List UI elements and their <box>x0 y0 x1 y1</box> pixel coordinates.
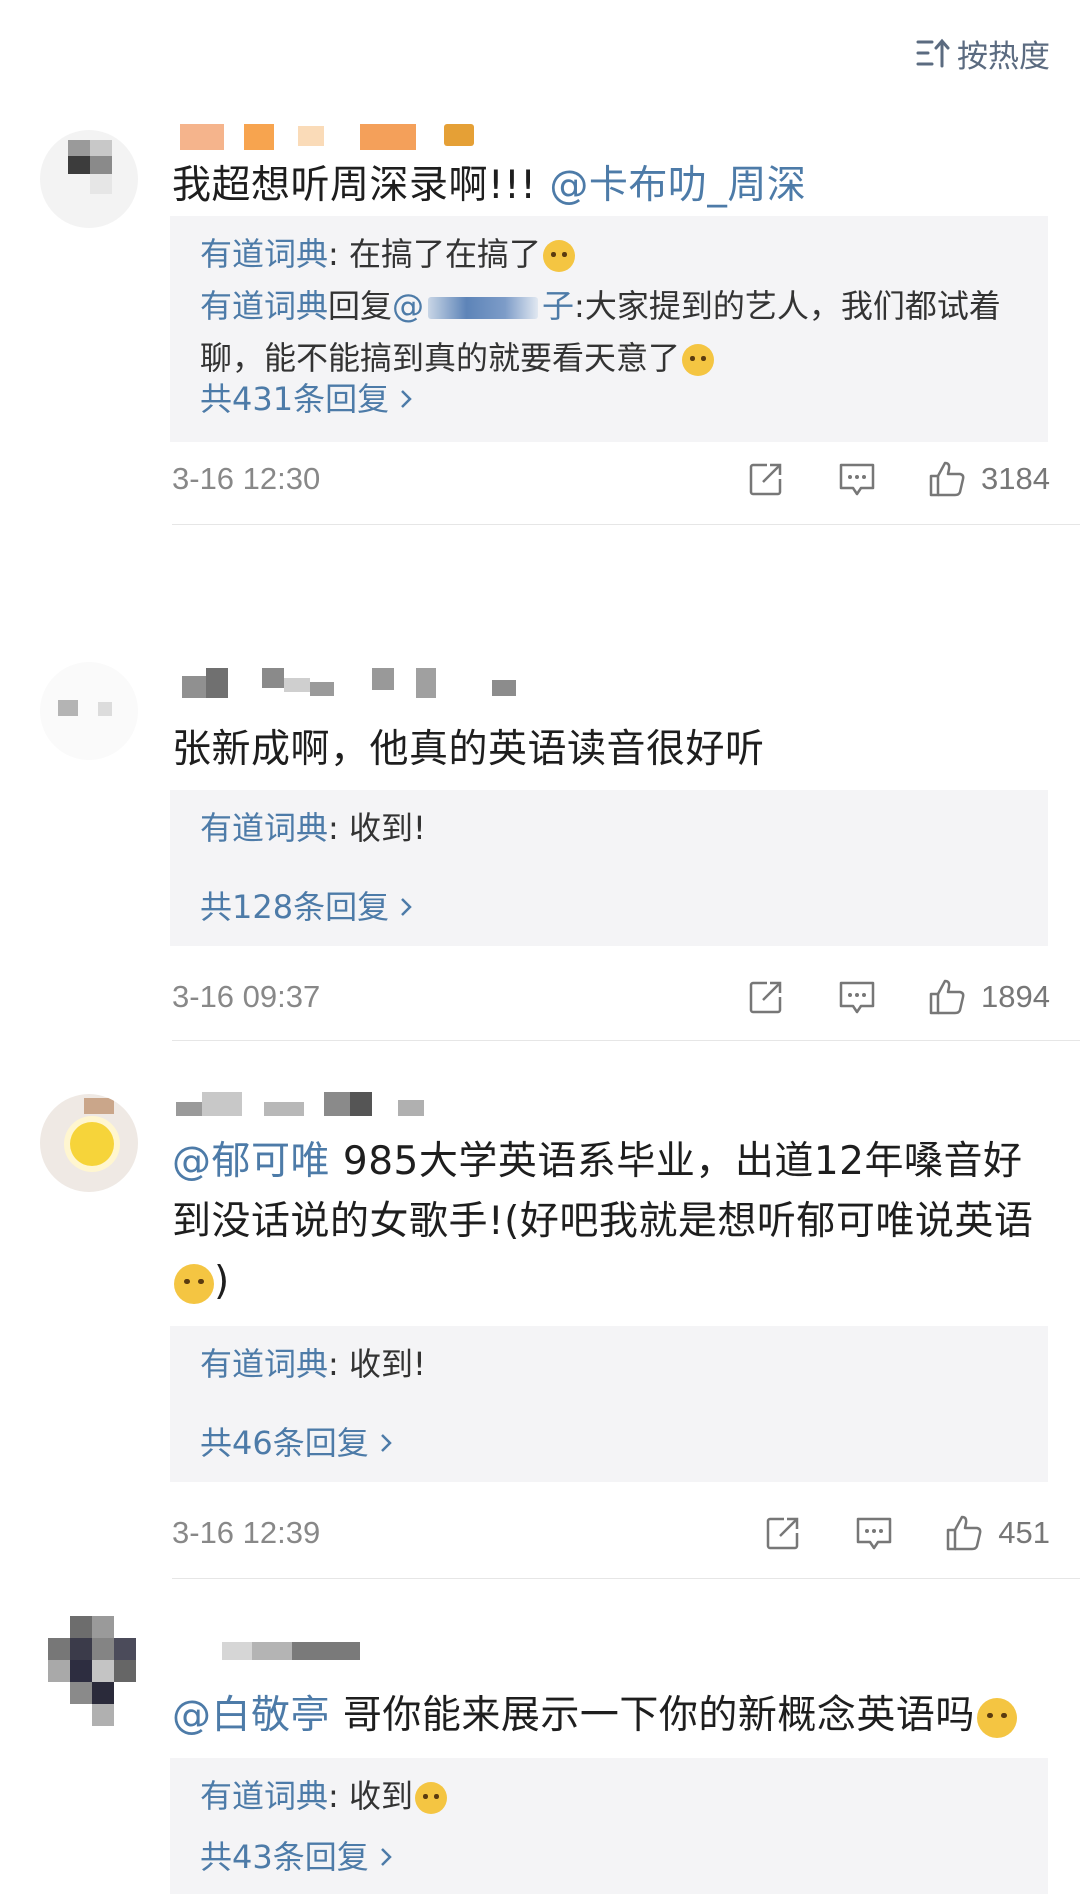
like-count: 1894 <box>981 979 1050 1014</box>
chevron-right-icon <box>380 1434 392 1452</box>
reply-button[interactable] <box>837 978 877 1016</box>
reply-author[interactable]: 有道词典 <box>200 1777 328 1815</box>
username[interactable] <box>172 1090 472 1130</box>
share-icon <box>749 463 782 496</box>
reply-target[interactable]: @ 子 <box>392 287 574 325</box>
share-button[interactable] <box>747 460 785 498</box>
reply-box[interactable]: 有道词典: 收到! 共46条回复 <box>170 1326 1048 1482</box>
like-button[interactable]: 3184 <box>927 459 1050 499</box>
timestamp: 3-16 12:30 <box>172 461 321 496</box>
view-replies-link[interactable]: 共431条回复 <box>200 374 413 424</box>
like-count: 451 <box>998 1515 1050 1550</box>
doge-emoji <box>414 1782 447 1814</box>
reply-item: 有道词典: 收到! <box>200 809 426 847</box>
sort-label: 按热度 <box>957 38 1050 75</box>
doge-emoji <box>976 1697 1017 1738</box>
reply-button[interactable] <box>837 460 877 498</box>
like-count: 3184 <box>981 461 1050 496</box>
divider <box>172 1578 1080 1579</box>
mention-link[interactable]: @郁可唯 <box>172 1139 330 1184</box>
mention-link[interactable]: @卡布叻_周深 <box>549 163 806 208</box>
avatar[interactable] <box>40 662 138 760</box>
sort-icon <box>915 36 951 70</box>
divider <box>172 1040 1080 1041</box>
username[interactable] <box>172 1638 372 1678</box>
reply-item: 有道词典: 收到! <box>200 1345 426 1383</box>
divider <box>172 524 1080 525</box>
username[interactable] <box>172 668 592 708</box>
mention-link[interactable]: @白敬亭 <box>172 1693 330 1738</box>
avatar[interactable] <box>40 130 138 228</box>
thumbs-up-icon <box>929 979 965 1015</box>
comment-meta: 3-16 09:37 1894 <box>172 972 1050 1022</box>
comment-icon <box>839 463 875 496</box>
reply-author[interactable]: 有道词典 <box>200 809 328 847</box>
comment-text: @郁可唯 985大学英语系毕业，出道12年嗓音好到没话说的女歌手!(好吧我就是想… <box>172 1139 1034 1304</box>
comment-meta: 3-16 12:39 451 <box>172 1508 1050 1558</box>
chevron-right-icon <box>401 390 412 408</box>
share-button[interactable] <box>764 1514 802 1552</box>
thumbs-up-icon <box>947 1515 982 1551</box>
comment-text: @白敬亭 哥你能来展示一下你的新概念英语吗 <box>172 1686 1052 1746</box>
timestamp: 3-16 09:37 <box>172 979 321 1014</box>
reply-box[interactable]: 有道词典: 收到 共43条回复 <box>170 1758 1048 1894</box>
view-replies-link[interactable]: 共43条回复 <box>200 1832 393 1882</box>
view-replies-link[interactable]: 共128条回复 <box>200 882 413 932</box>
like-button[interactable]: 451 <box>944 1513 1050 1553</box>
thumbs-up-icon <box>929 461 965 497</box>
avatar[interactable] <box>40 1616 140 1736</box>
doge-emoji <box>174 1263 214 1304</box>
reply-item: 有道词典: 在搞了在搞了 <box>200 228 1020 280</box>
sad-face-emoji <box>542 240 575 272</box>
chevron-right-icon <box>401 898 412 916</box>
reply-item: 有道词典回复@ 子:大家提到的艺人，我们都试着聊，能不能搞到真的就要看天意了 <box>200 287 1001 377</box>
reply-author[interactable]: 有道词典 <box>200 287 328 325</box>
view-replies-link[interactable]: 共46条回复 <box>200 1418 393 1468</box>
reply-box[interactable]: 有道词典: 在搞了在搞了 有道词典回复@ 子:大家提到的艺人，我们都试着聊，能不能… <box>170 216 1048 442</box>
comment-text: 张新成啊，他真的英语读音很好听 <box>172 727 765 772</box>
comment-icon <box>857 1517 892 1550</box>
comment-text: 我超想听周深录啊!!! @卡布叻_周深 <box>172 163 807 208</box>
like-button[interactable]: 1894 <box>927 977 1050 1017</box>
sort-by-hot-button[interactable]: 按热度 <box>915 28 1050 78</box>
reply-item: 有道词典: 收到 <box>200 1770 1020 1822</box>
chevron-right-icon <box>380 1848 392 1866</box>
timestamp: 3-16 12:39 <box>172 1515 321 1550</box>
reply-author[interactable]: 有道词典 <box>200 235 328 273</box>
reply-author[interactable]: 有道词典 <box>200 1345 328 1383</box>
share-icon <box>749 981 782 1014</box>
username[interactable] <box>172 120 492 160</box>
reply-button[interactable] <box>854 1514 894 1552</box>
share-icon <box>767 1517 799 1550</box>
share-button[interactable] <box>747 978 785 1016</box>
doge-emoji <box>682 344 715 376</box>
avatar[interactable] <box>40 1094 138 1192</box>
reply-box[interactable]: 有道词典: 收到! 共128条回复 <box>170 790 1048 946</box>
comment-meta: 3-16 12:30 3184 <box>172 454 1050 504</box>
comment-icon <box>839 981 875 1014</box>
